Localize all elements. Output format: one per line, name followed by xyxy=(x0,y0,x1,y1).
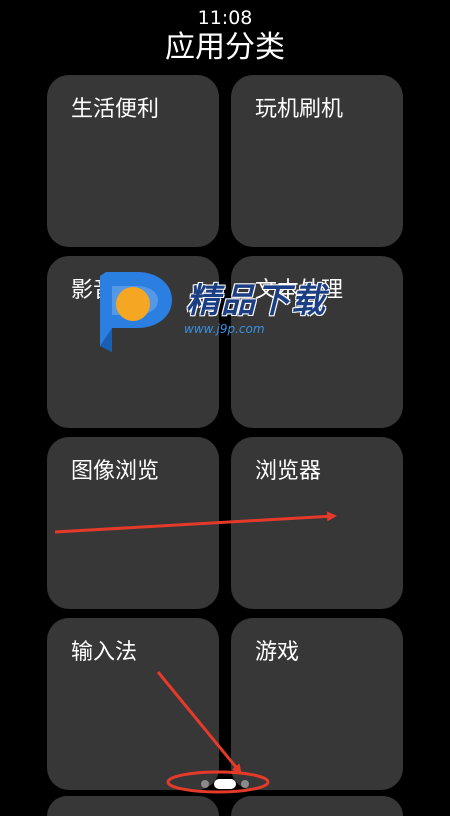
page-dot[interactable] xyxy=(201,780,209,788)
category-tile-rooting-flashing[interactable]: 玩机刷机 xyxy=(231,75,403,247)
category-tile-image-viewing[interactable]: 图像浏览 xyxy=(47,437,219,609)
next-row-tile-peek[interactable] xyxy=(231,796,403,816)
watermark-url: www.j9p.com xyxy=(184,322,265,336)
page-indicator[interactable] xyxy=(198,776,254,790)
watermark: 精品下载 www.j9p.com xyxy=(92,268,362,358)
watermark-logo-icon xyxy=(100,272,172,352)
watermark-text: 精品下载 xyxy=(186,281,326,321)
page-dot[interactable] xyxy=(241,780,249,788)
category-label: 浏览器 xyxy=(255,459,322,484)
category-tile-browser[interactable]: 浏览器 xyxy=(231,437,403,609)
category-label: 玩机刷机 xyxy=(255,97,344,122)
page-dot-active[interactable] xyxy=(214,779,236,789)
category-label: 图像浏览 xyxy=(71,459,160,484)
next-row-tile-peek[interactable] xyxy=(47,796,219,816)
category-label: 生活便利 xyxy=(71,97,160,122)
category-label: 输入法 xyxy=(71,640,138,665)
status-time: 11:08 xyxy=(197,7,253,29)
category-tile-life-convenience[interactable]: 生活便利 xyxy=(47,75,219,247)
category-label: 游戏 xyxy=(255,640,300,665)
page-title: 应用分类 xyxy=(165,30,285,65)
category-tile-games[interactable]: 游戏 xyxy=(231,618,403,790)
category-tile-input-method[interactable]: 输入法 xyxy=(47,618,219,790)
